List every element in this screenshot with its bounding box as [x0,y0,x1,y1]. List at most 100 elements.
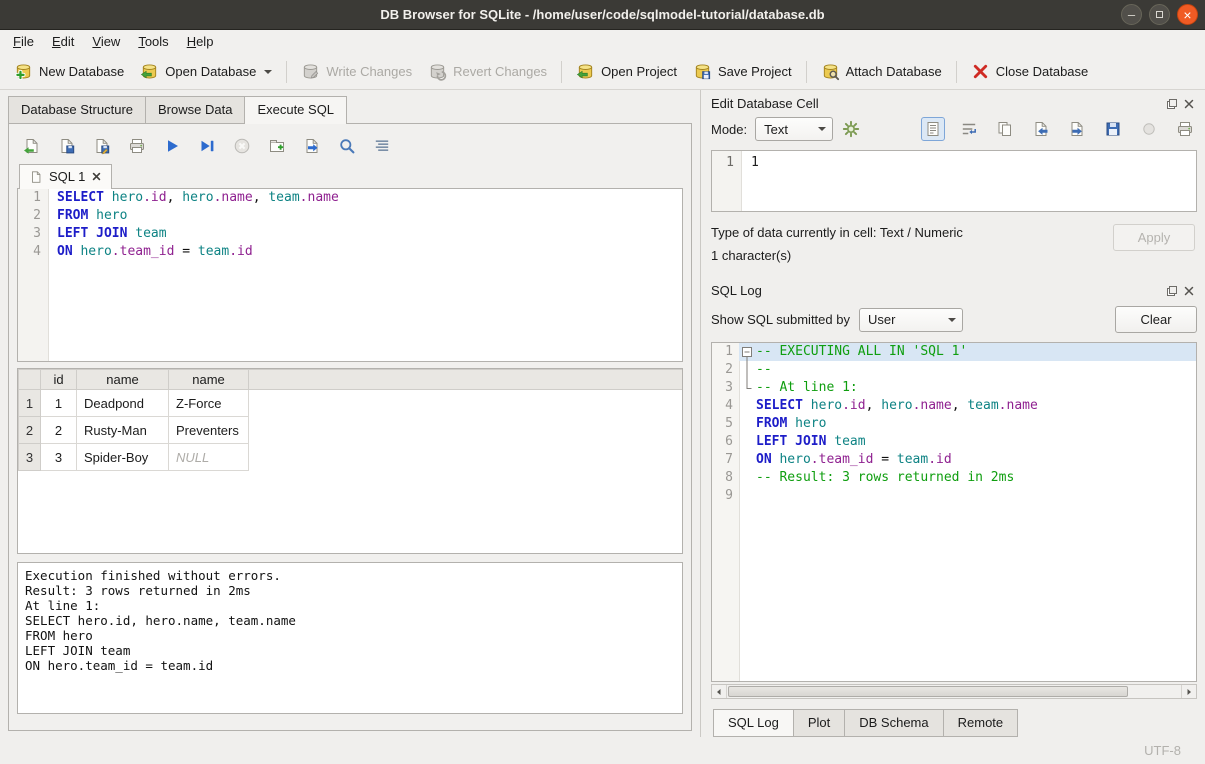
word-wrap-button[interactable] [957,117,981,141]
new-database-button[interactable]: New Database [6,57,132,86]
execute-all-button[interactable] [161,135,183,157]
fold-marker-icon[interactable] [739,343,756,361]
table-row[interactable]: 11DeadpondZ-Force [19,390,683,417]
sql-tab-close-icon[interactable] [91,171,102,182]
float-panel-icon[interactable] [1166,285,1178,297]
log-line[interactable]: 4SELECT hero.id, hero.name, team.name [712,397,1196,415]
fold-marker-icon[interactable] [739,379,756,397]
tab-sql-log[interactable]: SQL Log [713,709,794,737]
save-project-button[interactable]: Save Project [685,57,800,86]
auto-apply-gear-icon[interactable] [841,119,861,139]
table-cell[interactable]: Deadpond [77,390,169,417]
tab-database-structure[interactable]: Database Structure [8,96,146,123]
column-header[interactable]: name [169,370,249,390]
tab-remote[interactable]: Remote [943,709,1019,737]
table-cell[interactable]: 1 [41,390,77,417]
row-header[interactable]: 1 [19,390,41,417]
close-database-button[interactable]: Close Database [963,57,1097,86]
scroll-track[interactable] [727,685,1181,698]
print-cell-button[interactable] [1173,117,1197,141]
log-line[interactable]: 3-- At line 1: [712,379,1196,397]
export-sql-button[interactable] [301,135,323,157]
menu-item-help[interactable]: Help [178,30,223,54]
titlebar[interactable]: DB Browser for SQLite - /home/user/code/… [0,0,1205,30]
tab-db-schema[interactable]: DB Schema [844,709,943,737]
row-header[interactable]: 2 [19,417,41,444]
scroll-thumb[interactable] [728,686,1128,697]
close-button[interactable]: × [1177,4,1198,25]
results-header: idnamename [19,370,683,390]
attach-database-button[interactable]: Attach Database [813,57,950,86]
fold-marker-icon[interactable] [739,361,756,379]
row-header[interactable]: 3 [19,444,41,471]
mode-select[interactable]: Text [755,117,833,141]
cell-editor[interactable]: 1 1 [711,150,1197,212]
scroll-right-arrow-icon[interactable] [1181,685,1196,698]
new-sql-tab-button[interactable] [266,135,288,157]
find-replace-button[interactable] [336,135,358,157]
save-cell-button[interactable] [1101,117,1125,141]
save-sql-as-button[interactable] [91,135,113,157]
submitter-select[interactable]: User [859,308,963,332]
maximize-button[interactable] [1149,4,1170,25]
table-cell[interactable]: 3 [41,444,77,471]
results-table[interactable]: idnamename 11DeadpondZ-Force22Rusty-ManP… [17,368,683,554]
log-line[interactable]: 1-- EXECUTING ALL IN 'SQL 1' [712,343,1196,361]
table-corner-header[interactable] [19,370,41,390]
editor-line[interactable]: 3LEFT JOIN team [18,225,682,243]
log-line[interactable]: 6LEFT JOIN team [712,433,1196,451]
right-pane: Edit Database Cell Mode: Text 1 1 [700,90,1205,737]
tab-plot[interactable]: Plot [793,709,845,737]
column-header[interactable]: name [77,370,169,390]
menu-item-tools[interactable]: Tools [129,30,177,54]
minimize-button[interactable]: – [1121,4,1142,25]
sql-editor[interactable]: 1SELECT hero.id, hero.name, team.name2FR… [17,188,683,362]
menu-item-view[interactable]: View [83,30,129,54]
table-cell[interactable]: NULL [169,444,249,471]
table-row[interactable]: 22Rusty-ManPreventers [19,417,683,444]
float-panel-icon[interactable] [1166,98,1178,110]
export-cell-button[interactable] [1065,117,1089,141]
log-line[interactable]: 5FROM hero [712,415,1196,433]
cell-type-info: Type of data currently in cell: Text / N… [711,221,963,244]
menu-item-edit[interactable]: Edit [43,30,83,54]
clear-log-button[interactable]: Clear [1115,306,1197,333]
table-cell[interactable]: Z-Force [169,390,249,417]
table-cell[interactable]: Rusty-Man [77,417,169,444]
execute-current-line-button[interactable] [196,135,218,157]
open-project-button[interactable]: Open Project [568,57,685,86]
menu-item-file[interactable]: File [4,30,43,54]
scroll-left-arrow-icon[interactable] [712,685,727,698]
export-sql-icon [303,137,321,155]
toolbar-button-label: Close Database [996,64,1089,79]
table-cell[interactable]: 2 [41,417,77,444]
print-sql-button[interactable] [126,135,148,157]
open-database-button[interactable]: Open Database [132,57,280,86]
table-cell[interactable]: Spider-Boy [77,444,169,471]
tab-execute-sql[interactable]: Execute SQL [244,96,347,124]
sql-log-view[interactable]: 1-- EXECUTING ALL IN 'SQL 1'2--3-- At li… [711,342,1197,682]
copy-cell-button[interactable] [993,117,1017,141]
log-line[interactable]: 7ON hero.team_id = team.id [712,451,1196,469]
text-document-button[interactable] [921,117,945,141]
table-row[interactable]: 33Spider-BoyNULL [19,444,683,471]
table-cell[interactable]: Preventers [169,417,249,444]
log-horizontal-scrollbar[interactable] [711,684,1197,699]
import-cell-button[interactable] [1029,117,1053,141]
execution-message-area[interactable]: Execution finished without errors.Result… [17,562,683,714]
editor-line[interactable]: 1SELECT hero.id, hero.name, team.name [18,189,682,207]
open-sql-file-button[interactable] [21,135,43,157]
tab-browse-data[interactable]: Browse Data [145,96,245,123]
log-line[interactable]: 2-- [712,361,1196,379]
editor-line[interactable]: 2FROM hero [18,207,682,225]
editor-line[interactable]: 4ON hero.team_id = team.id [18,243,682,261]
log-line[interactable]: 9 [712,487,1196,505]
column-header[interactable]: id [41,370,77,390]
format-sql-button[interactable] [371,135,393,157]
sql-tab[interactable]: SQL 1 [19,164,112,189]
close-panel-icon[interactable] [1183,285,1195,297]
save-sql-file-button[interactable] [56,135,78,157]
log-line[interactable]: 8-- Result: 3 rows returned in 2ms [712,469,1196,487]
close-panel-icon[interactable] [1183,98,1195,110]
line-number: 1 [712,343,739,361]
